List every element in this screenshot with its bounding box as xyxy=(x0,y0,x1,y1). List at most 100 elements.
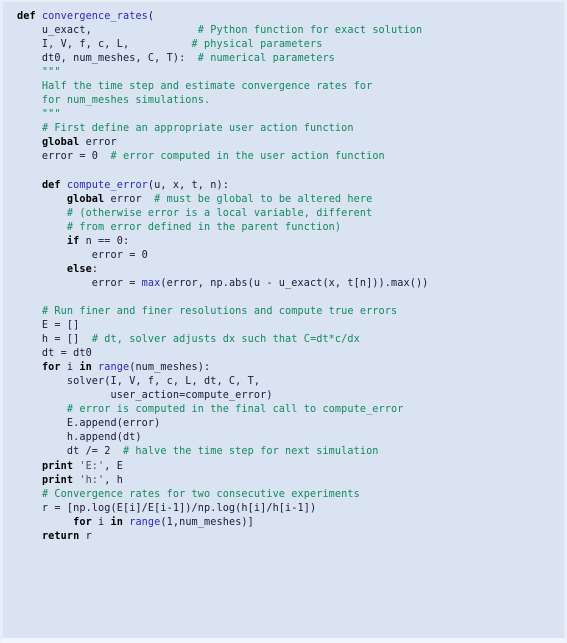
code-token: dt /= 2 xyxy=(17,446,123,458)
code-line: user_action=compute_error) xyxy=(17,390,273,401)
code-token: h = [] xyxy=(17,334,92,346)
code-line: error = 0 # error computed in the user a… xyxy=(17,151,385,162)
code-token: # must be global to be altered here xyxy=(154,193,373,205)
code-line: def compute_error(u, x, t, n): xyxy=(17,180,229,191)
code-token: Half the time step and estimate converge… xyxy=(17,81,373,93)
code-line: """ xyxy=(17,109,61,120)
code-token: return xyxy=(41,530,80,542)
code-token: # First define an appropriate user actio… xyxy=(41,123,354,135)
code-token: error xyxy=(104,193,155,205)
code-listing-block: def convergence_rates( u_exact, # Python… xyxy=(0,0,567,643)
code-line: I, V, f, c, L, # physical parameters xyxy=(17,39,322,50)
code-token: # from error defined in the parent funct… xyxy=(66,221,342,233)
code-token: max xyxy=(141,277,161,289)
code-line: error = 0 xyxy=(17,250,148,261)
code-token: # Convergence rates for two consecutive … xyxy=(41,488,360,500)
code-token: solver(I, V, f, c, L, dt, C, T, xyxy=(17,376,261,388)
code-token: 'E:' xyxy=(79,460,105,472)
code-token: def xyxy=(17,11,42,22)
code-line: for i in range(1,num_meshes)] xyxy=(17,517,254,528)
code-token: ( xyxy=(147,11,155,22)
code-token: range xyxy=(98,362,130,374)
code-line: E = [] xyxy=(17,320,79,331)
code-line: dt /= 2 # halve the time step for next s… xyxy=(17,446,379,457)
code-line: """ xyxy=(17,67,61,78)
code-line: dt = dt0 xyxy=(17,348,92,359)
code-token: dt = dt0 xyxy=(17,348,92,360)
code-line: if n == 0: xyxy=(17,236,129,247)
code-token: E.append(error) xyxy=(17,418,161,430)
code-token: error xyxy=(79,137,117,149)
code-line: print 'h:', h xyxy=(17,475,123,486)
code-token: error = 0 xyxy=(17,249,148,261)
code-token: # physical parameters xyxy=(191,39,323,51)
code-token: for xyxy=(73,516,92,528)
code-token: range xyxy=(129,516,161,528)
code-token: : xyxy=(91,263,99,275)
code-token: user_action=compute_error) xyxy=(17,390,273,402)
code-token: I, V, f, c, L, xyxy=(17,39,130,51)
code-line: return r xyxy=(17,531,92,542)
code-token: , h xyxy=(104,474,123,486)
code-token: r xyxy=(79,530,92,542)
code-token: convergence_rates xyxy=(41,11,148,22)
code-line: solver(I, V, f, c, L, dt, C, T, xyxy=(17,376,260,387)
code-token: print xyxy=(41,474,74,486)
code-line: for i in range(num_meshes): xyxy=(17,362,210,373)
code-line: def convergence_rates( xyxy=(17,11,154,22)
code-line: global error # must be global to be alte… xyxy=(17,194,372,205)
code-token: u_exact, xyxy=(17,25,92,37)
code-line: u_exact, # Python function for exact sol… xyxy=(17,25,422,36)
code-token: n == 0: xyxy=(79,235,130,247)
code-token: compute_error xyxy=(66,179,148,191)
code-token: (num_meshes): xyxy=(129,362,211,374)
code-token: h.append(dt) xyxy=(17,432,142,444)
code-line: error = max(error, np.abs(u - u_exact(x,… xyxy=(17,277,429,289)
code-token: 'h:' xyxy=(79,474,105,486)
code-line: # Convergence rates for two consecutive … xyxy=(17,489,360,500)
code-line: print 'E:', E xyxy=(17,461,123,472)
code-token: else xyxy=(66,263,92,275)
code-token: """ xyxy=(17,67,61,79)
code-line: # Run finer and finer resolutions and co… xyxy=(17,306,397,317)
code-token: for xyxy=(41,362,61,374)
code-line: # First define an appropriate user actio… xyxy=(17,123,354,134)
code-line: Half the time step and estimate converge… xyxy=(17,81,372,92)
code-line: # error is computed in the final call to… xyxy=(17,404,404,416)
code-token: (1,num_meshes)] xyxy=(160,516,254,528)
code-line: dt0, num_meshes, C, T): # numerical para… xyxy=(17,53,335,64)
code-token: r = [np.log(E[i]/E[i-1])/np.log(h[i]/h[i… xyxy=(17,502,317,514)
code-line: global error xyxy=(17,137,117,148)
code-token: """ xyxy=(17,109,61,121)
code-token: # dt, solver adjusts dx such that C=dt*c… xyxy=(91,334,360,346)
code-token: , E xyxy=(104,460,123,472)
code-token: print xyxy=(41,460,74,472)
code-token: for num_meshes simulations. xyxy=(17,95,211,107)
code-token: # Python function for exact solution xyxy=(197,25,423,37)
code-token: E = [] xyxy=(17,320,80,332)
code-line: h.append(dt) xyxy=(17,432,142,443)
code-token: # error is computed in the final call to… xyxy=(66,404,404,416)
code-token: # (otherwise error is a local variable, … xyxy=(66,207,373,219)
code-line: r = [np.log(E[i]/E[i-1])/np.log(h[i]/h[i… xyxy=(17,503,316,514)
code-line: # (otherwise error is a local variable, … xyxy=(17,208,372,219)
python-source-code: def convergence_rates( u_exact, # Python… xyxy=(17,10,564,544)
code-token: i xyxy=(91,516,111,528)
code-token: error = xyxy=(17,277,142,289)
code-line: E.append(error) xyxy=(17,418,160,429)
code-token: global xyxy=(41,137,80,149)
code-token: error = 0 xyxy=(17,151,111,163)
